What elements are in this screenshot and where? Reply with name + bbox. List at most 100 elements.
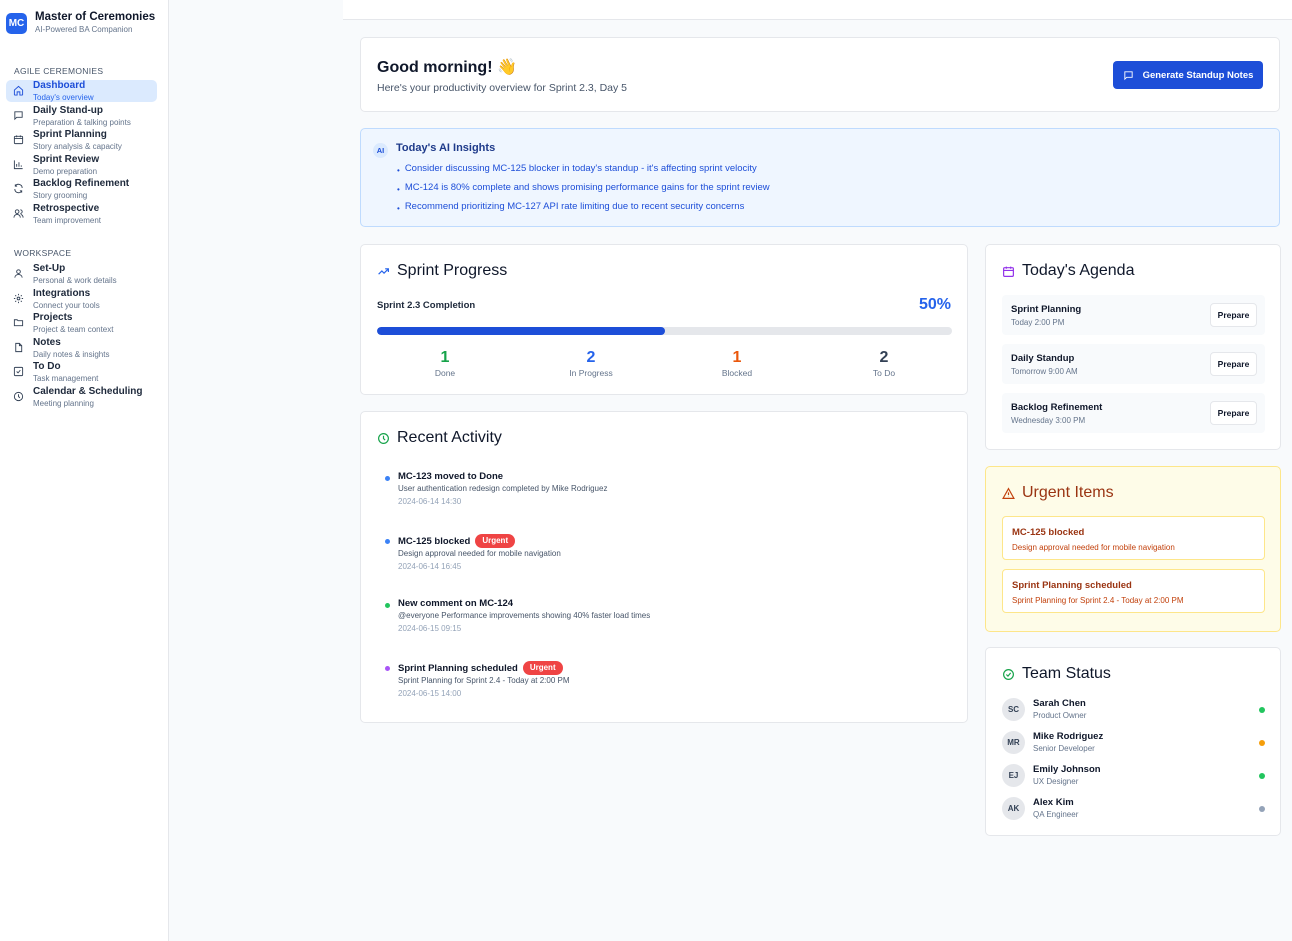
urgent-badge: Urgent <box>522 661 563 675</box>
stat-label: Blocked <box>721 368 753 378</box>
ai-insights-panel: AI Today's AI Insights Consider discussi… <box>360 128 1280 227</box>
sidebar: MC Master of Ceremonies AI-Powered BA Co… <box>0 0 169 941</box>
activity-dot <box>385 539 390 544</box>
bar-chart-icon <box>13 159 24 170</box>
member-name: Sarah Chen <box>1033 698 1086 709</box>
member-role: Senior Developer <box>1033 744 1095 753</box>
status-dot <box>1259 740 1265 746</box>
agenda-item: Backlog Refinement Wednesday 3:00 PM Pre… <box>1002 393 1265 433</box>
avatar: SC <box>1002 698 1025 721</box>
activity-title-text: MC-125 blocked <box>398 535 471 547</box>
sidebar-item-sub: Project & team context <box>33 325 114 334</box>
top-bar <box>343 0 1292 20</box>
generate-standup-notes-button[interactable]: Generate Standup Notes <box>1113 61 1263 89</box>
agenda-item-name: Daily Standup <box>1011 353 1075 364</box>
sidebar-item-retrospective[interactable]: Retrospective Team improvement <box>6 203 157 228</box>
user-icon <box>13 268 24 279</box>
stat-value: 1 <box>732 349 742 366</box>
team-status-title: Team Status <box>1002 665 1111 683</box>
ai-badge: AI <box>373 143 388 158</box>
clock-icon <box>378 432 389 444</box>
member-role: QA Engineer <box>1033 810 1079 819</box>
status-dot <box>1259 773 1265 779</box>
activity-desc: Design approval needed for mobile naviga… <box>398 549 561 558</box>
sidebar-item-daily-standup[interactable]: Daily Stand-up Preparation & talking poi… <box>6 105 157 130</box>
sidebar-item-dashboard[interactable]: Dashboard Today's overview <box>6 80 157 102</box>
avatar: MR <box>1002 731 1025 754</box>
home-icon <box>13 85 24 96</box>
sidebar-item-sub: Personal & work details <box>33 276 117 285</box>
checkbox-icon <box>13 366 24 377</box>
member-name: Alex Kim <box>1033 797 1074 808</box>
warning-icon <box>1002 486 1015 499</box>
urgent-title: Urgent Items <box>1002 484 1114 502</box>
folder-icon <box>13 317 24 328</box>
progress-bar-fill <box>377 327 665 335</box>
sidebar-item-projects[interactable]: Projects Project & team context <box>6 312 157 337</box>
sidebar-item-label: Projects <box>33 312 73 323</box>
sidebar-item-label: Integrations <box>33 287 91 299</box>
sidebar-item-label: Dashboard <box>33 80 86 91</box>
completion-percentage: 50% <box>918 296 951 313</box>
urgent-item-desc: Sprint Planning for Sprint 2.4 - Today a… <box>1012 596 1184 605</box>
section-label-agile: AGILE CEREMONIES <box>14 66 104 76</box>
stat-label: In Progress <box>569 368 613 378</box>
stat-in-progress: 2 In Progress <box>551 349 631 378</box>
sidebar-item-label: Sprint Review <box>33 153 100 165</box>
greeting-card: Good morning! 👋 Here's your productivity… <box>360 37 1280 112</box>
brand[interactable]: MC Master of Ceremonies AI-Powered BA Co… <box>6 10 155 36</box>
team-member: EJ Emily Johnson UX Designer <box>1002 764 1265 788</box>
stat-blocked: 1 Blocked <box>697 349 777 378</box>
sidebar-item-sub: Meeting planning <box>33 398 94 408</box>
message-icon <box>13 110 24 121</box>
activity-dot <box>385 666 390 671</box>
greeting-title: Good morning! 👋 <box>377 59 517 76</box>
stat-label: To Do <box>872 368 896 378</box>
sidebar-item-sub: Today's overview <box>33 93 94 102</box>
stat-value: 1 <box>440 349 450 366</box>
urgent-item[interactable]: MC-125 blocked Design approval needed fo… <box>1002 516 1265 560</box>
agenda-title-text: Today's Agenda <box>1022 262 1135 279</box>
sidebar-item-todo[interactable]: To Do Task management <box>6 361 157 386</box>
sidebar-item-sub: Connect your tools <box>33 300 100 310</box>
todays-agenda-card: Today's Agenda Sprint Planning Today 2:0… <box>985 244 1281 450</box>
activity-title: New comment on MC-124 <box>398 598 513 609</box>
prepare-button[interactable]: Prepare <box>1210 352 1257 376</box>
sidebar-item-setup[interactable]: Set-Up Personal & work details <box>6 263 157 288</box>
sidebar-item-backlog-refinement[interactable]: Backlog Refinement Story grooming <box>6 178 157 203</box>
prepare-button[interactable]: Prepare <box>1210 401 1257 425</box>
brand-title: Master of Ceremonies <box>35 11 156 23</box>
agenda-title: Today's Agenda <box>1002 262 1134 280</box>
stat-value: 2 <box>879 349 889 366</box>
urgent-item[interactable]: Sprint Planning scheduled Sprint Plannin… <box>1002 569 1265 613</box>
member-name: Emily Johnson <box>1033 764 1101 775</box>
member-name: Mike Rodriguez <box>1033 731 1104 742</box>
activity-time: 2024-06-15 14:00 <box>398 689 462 698</box>
urgent-items-card: Urgent Items MC-125 blocked Design appro… <box>985 466 1281 632</box>
sidebar-item-sprint-review[interactable]: Sprint Review Demo preparation <box>6 154 157 179</box>
sidebar-item-sub: Story analysis & capacity <box>33 142 122 151</box>
sidebar-item-notes[interactable]: Notes Daily notes & insights <box>6 337 157 362</box>
recent-activity-title: Recent Activity <box>377 429 502 447</box>
insight-item: Recommend prioritizing MC-127 API rate l… <box>397 201 745 212</box>
urgent-item-desc: Design approval needed for mobile naviga… <box>1012 543 1175 552</box>
nav-workspace: Set-Up Personal & work details Integrati… <box>6 263 157 410</box>
sidebar-item-label: Sprint Planning <box>33 129 107 140</box>
stat-to-do: 2 To Do <box>844 349 924 378</box>
progress-bar <box>377 327 952 335</box>
calendar-icon <box>13 134 24 145</box>
gear-icon <box>13 293 24 304</box>
sidebar-item-calendar-scheduling[interactable]: Calendar & Scheduling Meeting planning <box>6 386 157 411</box>
avatar: AK <box>1002 797 1025 820</box>
sidebar-item-sprint-planning[interactable]: Sprint Planning Story analysis & capacit… <box>6 129 157 154</box>
activity-dot <box>385 603 390 608</box>
insight-item: MC-124 is 80% complete and shows promisi… <box>397 182 770 193</box>
sidebar-item-label: Retrospective <box>33 202 100 214</box>
sidebar-item-sub: Preparation & talking points <box>33 117 131 127</box>
activity-title-text: New comment on MC-124 <box>398 598 514 609</box>
prepare-button[interactable]: Prepare <box>1210 303 1257 327</box>
sidebar-item-integrations[interactable]: Integrations Connect your tools <box>6 288 157 313</box>
agenda-item-time: Today 2:00 PM <box>1011 318 1065 327</box>
team-member: AK Alex Kim QA Engineer <box>1002 797 1265 821</box>
urgent-badge: Urgent <box>475 534 516 548</box>
